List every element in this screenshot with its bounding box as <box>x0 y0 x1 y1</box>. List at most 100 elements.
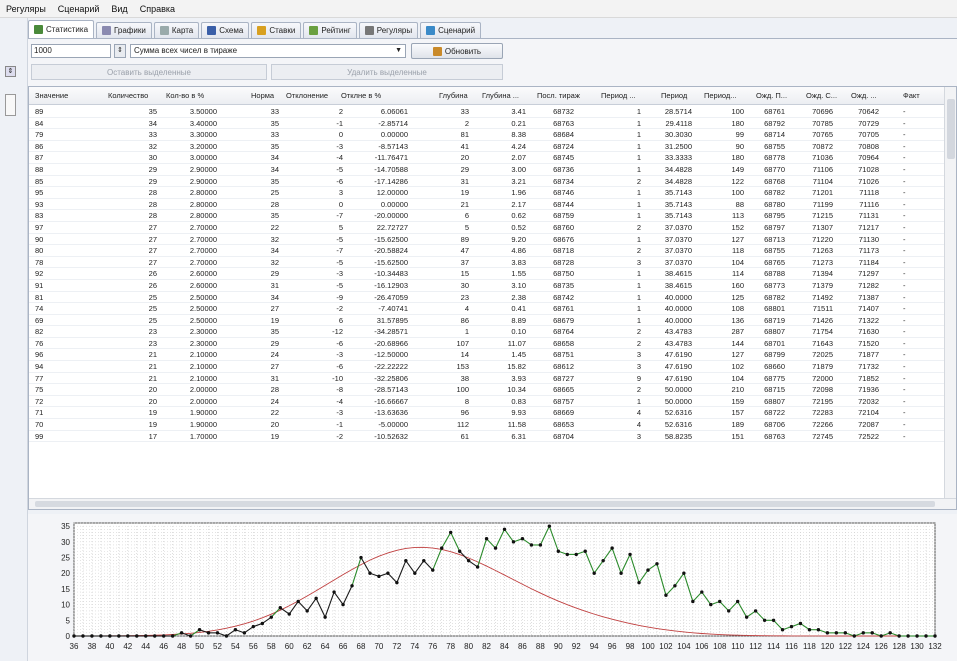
data-point <box>861 631 865 635</box>
table-row[interactable]: 97 27 2.70000 22 5 22.72727 5 0.52 68760 2 37.0370… <box>29 222 945 234</box>
table-row[interactable]: 82 23 2.30000 35 -12 -34.28571 1 0.10 68764 2 43.4… <box>29 326 945 338</box>
column-header[interactable]: Кол-во в % <box>166 91 204 100</box>
table-cell: 68742 <box>553 292 574 302</box>
table-cell: 26 <box>148 269 157 279</box>
table-row[interactable]: 83 28 2.80000 35 -7 -20.00000 6 0.62 68759 1 35.71… <box>29 210 945 222</box>
table-row[interactable]: 69 25 2.50000 19 6 31.57895 86 8.89 68679 1 40.000… <box>29 315 945 327</box>
table-cell: 3.30000 <box>189 130 217 140</box>
data-point <box>897 634 901 638</box>
tab-4[interactable]: Ставки <box>251 22 302 38</box>
table-row[interactable]: 89 35 3.50000 33 2 6.06061 33 3.41 68732 1 28.5714… <box>29 106 945 118</box>
column-header[interactable]: Ожд. П... <box>756 91 787 100</box>
table-cell: -1 <box>336 420 343 430</box>
table-row[interactable]: 74 25 2.50000 27 -2 -7.40741 4 0.41 68761 1 40.000… <box>29 303 945 315</box>
table-row[interactable]: 87 30 3.00000 34 -4 -11.76471 20 2.07 68745 1 33.3… <box>29 152 945 164</box>
table-cell: 85 <box>35 176 44 186</box>
tab-3[interactable]: Схема <box>201 22 250 38</box>
spinner-icon[interactable]: ⇕ <box>114 44 126 58</box>
menu-help[interactable]: Справка <box>140 4 175 14</box>
table-row[interactable]: 93 28 2.80000 28 0 0.00000 21 2.17 68744 1 35.7143… <box>29 199 945 211</box>
table-row[interactable]: 72 20 2.00000 24 -4 -16.66667 8 0.83 68757 1 50.00… <box>29 396 945 408</box>
tab-6[interactable]: Регуляры <box>358 22 419 38</box>
tab-7[interactable]: Сценарий <box>420 22 482 38</box>
table-row[interactable]: 76 23 2.30000 29 -6 -20.68966 107 11.07 68658 2 43… <box>29 338 945 350</box>
table-row[interactable]: 71 19 1.90000 22 -3 -13.63636 96 9.93 68669 4 52.6… <box>29 407 945 420</box>
table-cell: -16.12903 <box>374 280 408 290</box>
column-header[interactable]: Отклонение <box>286 91 328 100</box>
keep-selected-button[interactable]: Оставить выделенные <box>31 64 267 80</box>
table-row[interactable]: 79 33 3.30000 33 0 0.00000 81 8.38 68684 1 30.3030… <box>29 129 945 141</box>
collapse-icon[interactable]: ⇕ <box>5 66 16 77</box>
table-row[interactable]: 77 21 2.10000 31 -10 -32.25806 38 3.93 68727 9 47.… <box>29 373 945 385</box>
tab-5[interactable]: Рейтинг <box>303 22 357 38</box>
column-header[interactable]: Значение <box>35 91 68 100</box>
column-header[interactable]: Глубина <box>439 91 468 100</box>
column-header[interactable]: Отклне в % <box>341 91 381 100</box>
table-row[interactable]: 85 29 2.90000 35 -6 -17.14286 31 3.21 68734 2 34.4… <box>29 176 945 188</box>
data-point <box>108 634 112 638</box>
menu-regulars[interactable]: Регуляры <box>6 4 46 14</box>
table-row[interactable]: 94 21 2.10000 27 -6 -22.22222 153 15.82 68612 3 47… <box>29 361 945 373</box>
table-row[interactable]: 95 28 2.80000 25 3 12.00000 19 1.96 68746 1 35.714… <box>29 187 945 199</box>
table-cell: 89 <box>35 107 44 116</box>
table-row[interactable]: 86 32 3.20000 35 -3 -8.57143 41 4.24 68724 1 31.25… <box>29 141 945 153</box>
table-cell: 71184 <box>858 257 879 267</box>
table-row[interactable]: 84 34 3.40000 35 -1 -2.85714 2 0.21 68763 1 29.411… <box>29 118 945 130</box>
table-cell: 31 <box>270 373 279 383</box>
table-cell: 1 <box>636 199 641 209</box>
table-cell: 37.0370 <box>664 246 692 256</box>
table-cell: 127 <box>731 234 744 244</box>
table-cell: 72745 <box>812 431 833 441</box>
column-header[interactable]: Посл. тираж <box>537 91 580 100</box>
table-cell: 37 <box>460 257 469 267</box>
table-row[interactable]: 80 27 2.70000 34 -7 -20.58824 47 4.86 68718 2 37.0… <box>29 245 945 257</box>
column-header[interactable]: Ожд. ... <box>851 91 877 100</box>
data-point <box>529 543 534 547</box>
table-cell: 68764 <box>553 327 574 337</box>
column-header[interactable]: Период ... <box>601 91 636 100</box>
table-cell: -10 <box>332 373 343 383</box>
table-cell: 35 <box>270 176 279 186</box>
column-header[interactable]: Глубина ... <box>482 91 519 100</box>
tab-label: Рейтинг <box>321 26 351 35</box>
table-row[interactable]: 91 26 2.60000 31 -5 -16.12903 30 3.10 68735 1 38.4… <box>29 280 945 292</box>
column-header[interactable]: Количество <box>108 91 148 100</box>
table-row[interactable]: 70 19 1.90000 20 -1 -5.00000 112 11.58 68653 4 52.… <box>29 419 945 431</box>
column-header[interactable]: Факт <box>903 91 920 100</box>
table-row[interactable]: 99 17 1.70000 19 -2 -10.52632 61 6.31 68704 3 58.8… <box>29 431 945 443</box>
refresh-button[interactable]: Обновить <box>411 43 503 59</box>
horizontal-scrollbar[interactable] <box>29 498 956 509</box>
data-point <box>520 536 525 541</box>
tab-1[interactable]: Графики <box>96 22 152 38</box>
table-row[interactable]: 92 26 2.60000 29 -3 -10.34483 15 1.55 68750 1 38.4… <box>29 268 945 280</box>
vertical-scrollbar[interactable] <box>944 87 956 499</box>
data-point <box>843 631 848 635</box>
tab-0[interactable]: Статистика <box>28 20 95 38</box>
tab-2[interactable]: Карта <box>153 22 200 38</box>
menu-view[interactable]: Вид <box>111 4 127 14</box>
table-row[interactable]: 96 21 2.10000 24 -3 -12.50000 14 1.45 68751 3 47.6… <box>29 349 945 362</box>
table-row[interactable]: 78 27 2.70000 32 -5 -15.62500 37 3.83 68728 3 37.0… <box>29 257 945 269</box>
column-header[interactable]: Ожд. С... <box>806 91 837 100</box>
table-cell: 33 <box>148 130 157 140</box>
menu-scenario[interactable]: Сценарий <box>58 4 100 14</box>
column-header[interactable]: Норма <box>251 91 274 100</box>
delete-selected-button[interactable]: Удалить выделенные <box>271 64 503 80</box>
table-row[interactable]: 90 27 2.70000 32 -5 -15.62500 89 9.20 68676 1 37.0… <box>29 234 945 246</box>
scroll-handle[interactable] <box>5 94 16 116</box>
table-cell: 71116 <box>859 199 879 209</box>
number-input[interactable]: 1000 <box>31 44 111 58</box>
table-row[interactable]: 81 25 2.50000 34 -9 -26.47059 23 2.38 68742 1 40.0… <box>29 292 945 304</box>
table-cell: 68744 <box>553 199 574 209</box>
table-cell: 68660 <box>764 362 785 372</box>
table-row[interactable]: 75 20 2.00000 28 -8 -28.57143 100 10.34 68665 2 50… <box>29 384 945 396</box>
table-row[interactable]: 88 29 2.90000 34 -5 -14.70588 29 3.00 68736 1 34.4… <box>29 164 945 176</box>
statistics-table: Значение Количество Кол-во в % Норма Отклоне… <box>28 86 957 510</box>
column-header[interactable]: Период... <box>704 91 737 100</box>
table-cell: 71201 <box>812 188 833 198</box>
table-cell: 97 <box>35 222 44 232</box>
table-cell: 32 <box>270 234 279 244</box>
column-header[interactable]: Период <box>661 91 687 100</box>
statistic-select[interactable]: Сумма всех чисел в тираже ▼ <box>130 44 406 58</box>
table-cell: 68763 <box>764 431 785 441</box>
